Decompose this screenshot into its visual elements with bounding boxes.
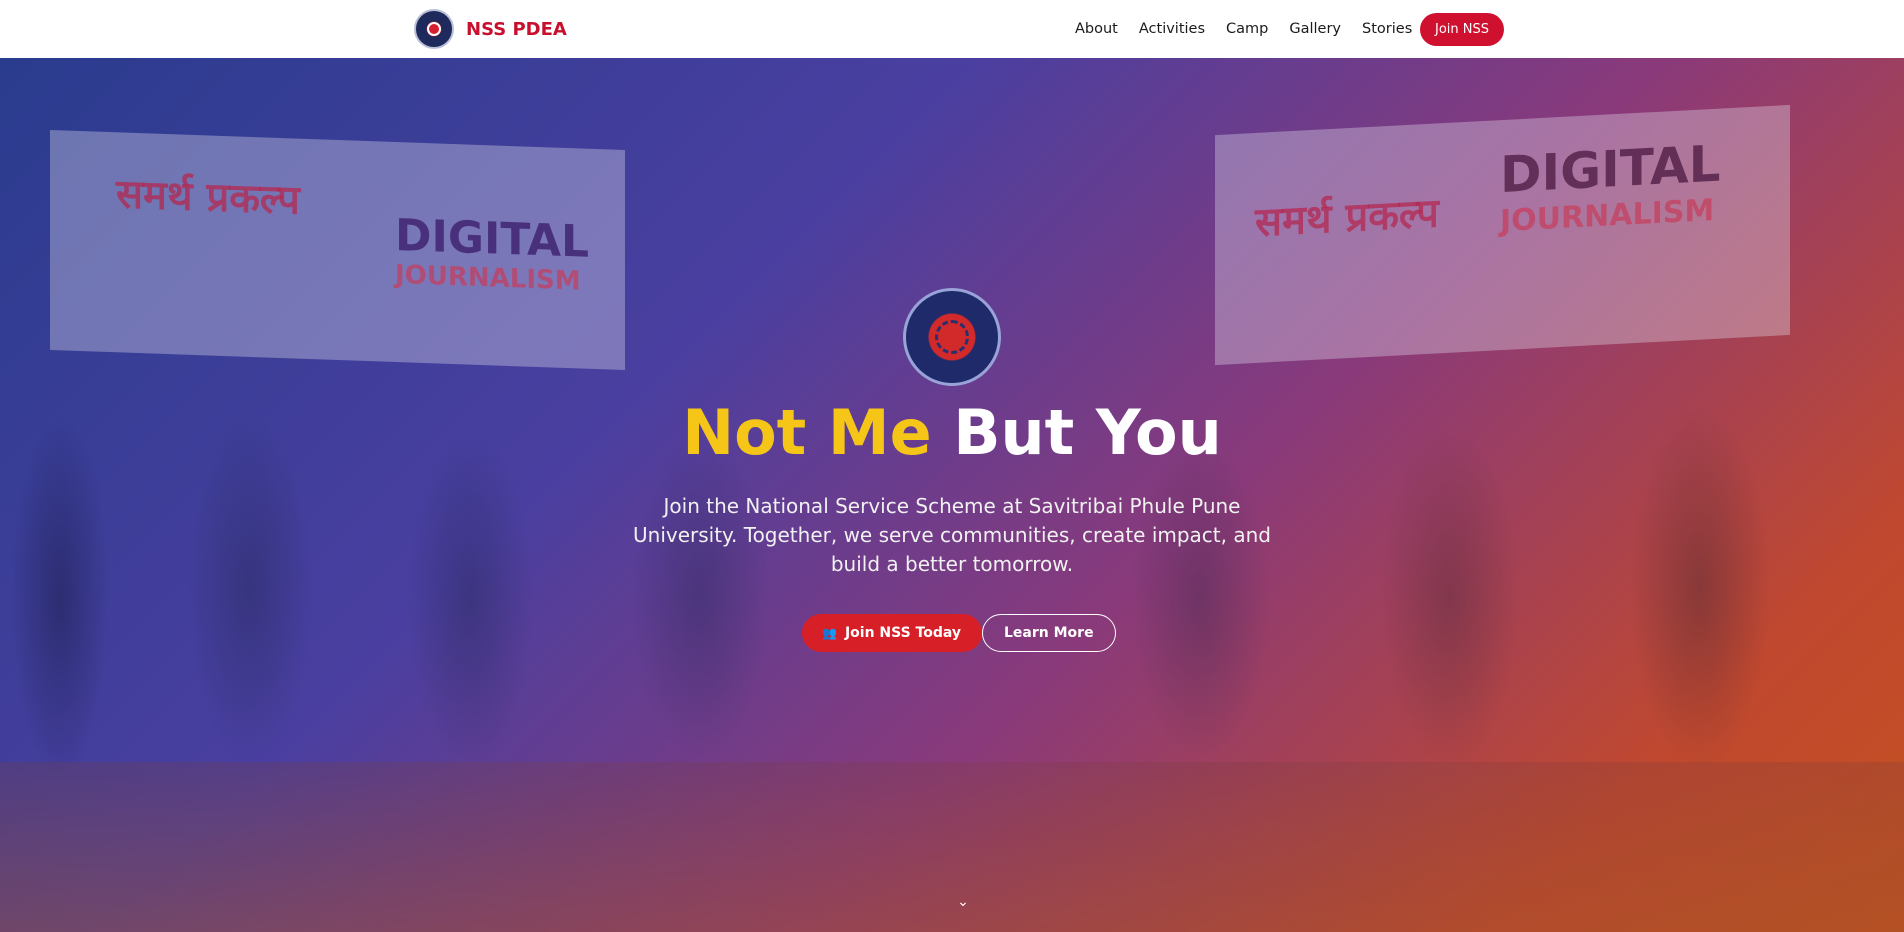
nss-logo-icon: [414, 9, 454, 49]
hero-section: समर्थ प्रकल्प DIGITAL JOURNALISM समर्थ प…: [0, 58, 1904, 932]
join-nss-today-label: Join NSS Today: [844, 625, 962, 641]
nav-link-gallery[interactable]: Gallery: [1289, 21, 1341, 37]
users-icon: 👥: [822, 626, 837, 640]
hero-headline: Not Me But You: [0, 402, 1904, 464]
join-nss-nav-button[interactable]: Join NSS: [1420, 13, 1504, 46]
headline-highlight: Not Me: [682, 396, 932, 469]
nav-links: About Activities Camp Gallery Stories: [1075, 0, 1433, 58]
headline-rest: But You: [953, 396, 1222, 469]
top-navbar: NSS PDEA About Activities Camp Gallery S…: [0, 0, 1904, 58]
join-nss-today-button[interactable]: 👥 Join NSS Today: [802, 614, 983, 652]
brand[interactable]: NSS PDEA: [414, 9, 567, 49]
learn-more-button[interactable]: Learn More: [982, 614, 1116, 652]
chevron-down-icon[interactable]: ⌄: [955, 894, 971, 910]
brand-name: NSS PDEA: [466, 18, 567, 40]
hero-content: Not Me But You Join the National Service…: [0, 58, 1904, 932]
nav-link-stories[interactable]: Stories: [1362, 21, 1412, 37]
hero-subtext: Join the National Service Scheme at Savi…: [633, 494, 1271, 576]
nav-link-about[interactable]: About: [1075, 21, 1118, 37]
nav-link-camp[interactable]: Camp: [1226, 21, 1268, 37]
nav-link-activities[interactable]: Activities: [1139, 21, 1205, 37]
